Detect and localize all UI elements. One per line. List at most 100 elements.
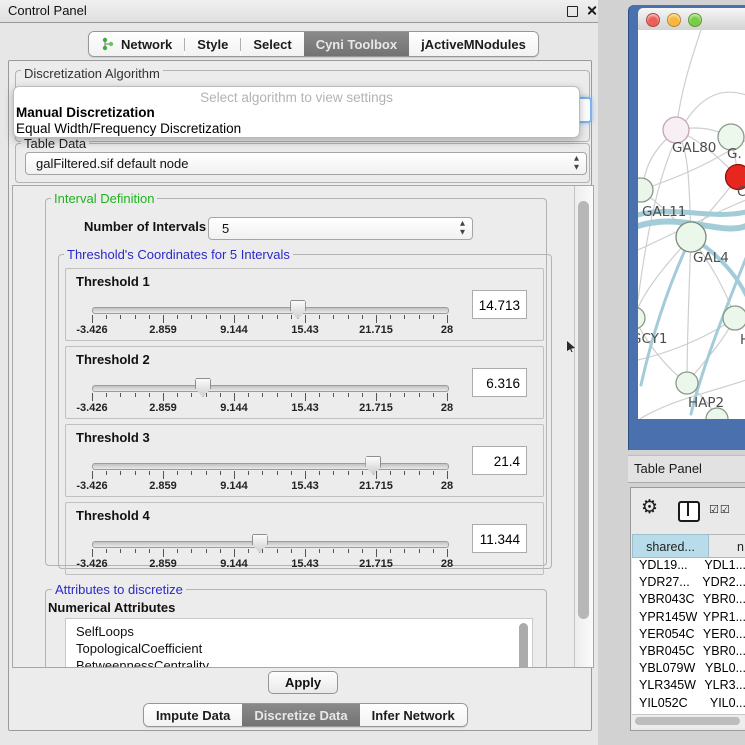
minimize-traffic-light[interactable] — [667, 13, 681, 27]
vertical-scrollbar-thumb[interactable] — [578, 201, 589, 619]
column-header-name[interactable]: n — [709, 534, 745, 558]
threshold-slider[interactable] — [92, 385, 449, 392]
checkboxes-icon[interactable]: ☑☑ — [709, 503, 731, 516]
float-window-icon[interactable] — [567, 6, 578, 17]
tab-cyni-toolbox[interactable]: Cyni Toolbox — [304, 32, 409, 56]
network-node-label: G. — [727, 146, 742, 162]
slider-tick — [404, 315, 405, 319]
slider-tick — [220, 315, 221, 319]
slider-tick-label: 21.715 — [359, 324, 393, 336]
slider-tick — [433, 471, 434, 475]
table-row[interactable]: YPR145WYPR1... — [632, 610, 745, 627]
gear-icon[interactable]: ⚙ — [641, 498, 658, 517]
table-row[interactable]: YIL052CYIL0... — [632, 696, 745, 713]
table-row[interactable]: YER054CYER0... — [632, 627, 745, 644]
tab-cyni-toolbox-label: Cyni Toolbox — [316, 37, 397, 52]
slider-tick — [149, 471, 150, 475]
slider-handle[interactable] — [290, 300, 306, 319]
slider-tick-label: 28 — [441, 480, 453, 492]
table-row[interactable]: YBL079WYBL0... — [632, 661, 745, 678]
slider-tick — [220, 393, 221, 397]
attribute-item[interactable]: BetweennessCentrality — [66, 657, 532, 668]
attribute-item[interactable]: TopologicalCoefficient — [66, 640, 532, 657]
apply-button[interactable]: Apply — [268, 671, 338, 694]
algorithm-prompt-option[interactable]: Select algorithm to view settings — [14, 90, 579, 105]
control-panel-window: Control Panel NetworkStyleSelectCyni Too… — [0, 0, 598, 745]
number-of-intervals-combobox[interactable]: 5 ▲▼ — [208, 217, 473, 240]
cell-name: YBR0... — [703, 644, 745, 661]
slider-tick-label: 2.859 — [149, 480, 177, 492]
slider-tick — [376, 315, 377, 323]
slider-tick — [220, 549, 221, 553]
algorithm-option-1[interactable]: Manual Discretization — [16, 105, 155, 120]
horizontal-scrollbar[interactable] — [632, 714, 745, 728]
top-tab-bar: Network Style Select Cyni Toolbox jActiveMNo… — [88, 31, 539, 57]
zoom-traffic-light[interactable] — [688, 13, 702, 27]
slider-tick-label: -3.426 — [76, 402, 107, 414]
slider-tick — [433, 549, 434, 553]
column-header-shared[interactable]: shared... — [632, 534, 709, 558]
slider-tick — [433, 393, 434, 397]
tab-infer-network[interactable]: Infer Network — [360, 704, 467, 726]
attribute-item[interactable]: SelfLoops — [66, 623, 532, 640]
numerical-attributes-heading: Numerical Attributes — [48, 600, 175, 615]
threshold-value-field[interactable]: 11.344 — [472, 524, 527, 553]
slider-tick — [220, 471, 221, 475]
slider-tick-label: -3.426 — [76, 324, 107, 336]
slider-tick — [348, 393, 349, 397]
slider-tick-label: 15.43 — [291, 558, 319, 570]
slider-tick-label: 15.43 — [291, 402, 319, 414]
tab-style-label: Style — [197, 37, 228, 52]
tab-network[interactable]: Network — [89, 32, 184, 56]
close-traffic-light[interactable] — [646, 13, 660, 27]
list-scrollbar-thumb[interactable] — [519, 623, 528, 668]
table-row[interactable]: YBR043CYBR0... — [632, 592, 745, 609]
network-node[interactable] — [723, 306, 745, 330]
table-panel-title: Table Panel — [634, 456, 702, 481]
tab-style[interactable]: Style — [185, 32, 240, 56]
slider-tick — [447, 471, 448, 479]
slider-handle[interactable] — [195, 378, 211, 397]
close-icon[interactable] — [586, 5, 597, 16]
network-node[interactable] — [676, 372, 698, 394]
algorithm-option-2[interactable]: Equal Width/Frequency Discretization — [16, 121, 241, 136]
network-node[interactable] — [676, 222, 706, 252]
threshold-value-field[interactable]: 6.316 — [472, 368, 527, 397]
threshold-slider[interactable] — [92, 463, 449, 470]
table-row[interactable]: YLR345WYLR3... — [632, 678, 745, 695]
threshold-panel-2: Threshold 2-3.4262.8599.14415.4321.71528… — [65, 346, 544, 419]
table-row[interactable]: YDL19...YDL1... — [632, 558, 745, 575]
tab-jactivemnodules[interactable]: jActiveMNodules — [409, 32, 538, 56]
network-node[interactable] — [638, 307, 645, 329]
network-node-label: GCY1 — [638, 331, 668, 347]
cell-shared-name: YBR045C — [632, 644, 703, 661]
tab-select-label: Select — [253, 37, 291, 52]
tab-impute-data[interactable]: Impute Data — [144, 704, 242, 726]
numerical-attributes-list[interactable]: SelfLoopsTopologicalCoefficientBetweenne… — [65, 618, 533, 668]
slider-tick — [433, 315, 434, 319]
cell-name: YDL1... — [704, 558, 745, 575]
network-node-label: GAL80 — [672, 140, 716, 156]
threshold-title: Threshold 1 — [76, 274, 150, 289]
vertical-scrollbar[interactable] — [574, 186, 594, 667]
combo-spinner-icon: ▲▼ — [460, 219, 465, 237]
tab-discretize-data[interactable]: Discretize Data — [242, 704, 359, 726]
split-column-icon[interactable] — [678, 501, 700, 522]
table-row[interactable]: YDR27...YDR2... — [632, 575, 745, 592]
table-row[interactable]: YBR045CYBR0... — [632, 644, 745, 661]
threshold-slider[interactable] — [92, 541, 449, 548]
slider-tick — [319, 549, 320, 553]
combo-spinner-icon: ▲▼ — [574, 154, 579, 172]
threshold-value-field[interactable]: 21.4 — [472, 446, 527, 475]
slider-tick — [404, 549, 405, 553]
table-data-combobox[interactable]: galFiltered.sif default node ▲▼ — [25, 152, 587, 175]
horizontal-scrollbar-thumb[interactable] — [635, 717, 740, 725]
slider-handle[interactable] — [365, 456, 381, 475]
network-canvas[interactable]: GAL80G.CGAL11GAL4GCY1HHAP2 — [638, 30, 745, 419]
slider-tick — [390, 315, 391, 319]
threshold-value-field[interactable]: 14.713 — [472, 290, 527, 319]
slider-handle[interactable] — [252, 534, 268, 553]
threshold-slider[interactable] — [92, 307, 449, 314]
number-of-intervals-value: 5 — [222, 218, 229, 239]
tab-select[interactable]: Select — [241, 32, 303, 56]
